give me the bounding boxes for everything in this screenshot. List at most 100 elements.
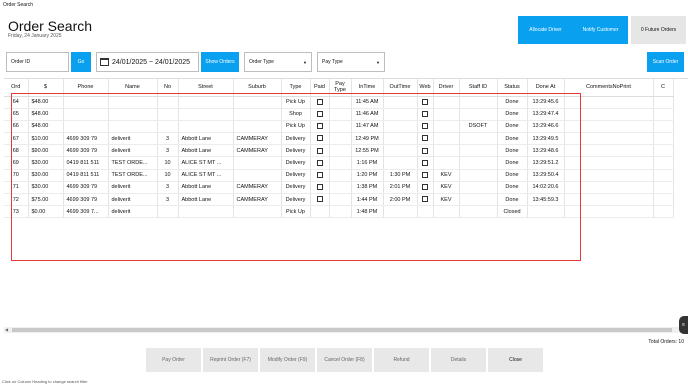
column-header[interactable]: C [653, 79, 674, 97]
pay-type-select[interactable]: Pay Type ▼ [317, 52, 385, 72]
table-cell: deliverit [108, 132, 158, 146]
checkbox[interactable] [316, 196, 323, 203]
column-header[interactable]: Phone [63, 79, 109, 97]
table-cell [329, 108, 352, 121]
checkbox[interactable] [316, 123, 323, 130]
table-cell [417, 108, 434, 121]
column-header[interactable]: Suburb [233, 79, 282, 97]
checkbox[interactable] [316, 147, 323, 154]
column-header[interactable]: Name [108, 79, 158, 97]
table-cell: 3 [157, 132, 179, 146]
table-cell [233, 96, 282, 109]
table-cell [564, 169, 654, 182]
refund-button[interactable]: Refund [374, 348, 429, 372]
checkbox[interactable] [422, 111, 428, 118]
column-header[interactable]: Ord [4, 79, 29, 97]
checkbox[interactable] [316, 184, 323, 191]
column-header[interactable]: Staff ID [459, 79, 498, 97]
checkbox[interactable] [316, 159, 323, 166]
table-cell: 11:46 AM [351, 108, 384, 121]
table-row[interactable]: 73 $0.00 4699 309 7... deliverit Pick Up 1:48… [4, 205, 674, 219]
table-cell: 1:44 PM [351, 193, 384, 207]
checkbox[interactable] [422, 123, 428, 130]
order-type-select[interactable]: Order Type ▼ [244, 52, 312, 72]
column-header[interactable]: Done At [527, 79, 565, 97]
column-header[interactable]: Driver [433, 79, 460, 97]
table-cell: Delivery [281, 181, 311, 195]
table-row[interactable]: 67 $10.00 4699 309 79 deliverit 3 Abbott Lane… [4, 132, 674, 146]
column-header[interactable]: Street [178, 79, 234, 97]
table-cell: $10.00 [28, 132, 64, 146]
date-range-picker[interactable]: 24/01/2025 ~ 24/01/2025 [96, 52, 199, 72]
table-cell: Done [497, 96, 528, 109]
future-orders-button[interactable]: 0 Future Orders [631, 16, 686, 44]
scrollbar-thumb[interactable] [12, 328, 672, 332]
table-header-row: Ord $ Phone Name No Street Suburb Type Paid Pay T… [4, 79, 674, 97]
column-header[interactable]: InTime [351, 79, 384, 97]
table-cell: deliverit [108, 205, 158, 219]
table-cell [329, 169, 352, 182]
details-button[interactable]: Details [431, 348, 486, 372]
pay-order-button[interactable]: Pay Order [146, 348, 201, 372]
table-row[interactable]: 68 $90.00 4699 309 79 deliverit 3 Abbott Lane… [4, 144, 674, 158]
table-cell: 3 [157, 181, 179, 195]
table-row[interactable]: 69 $30.00 0419 811 511 TEST ORDE... 10 ALICE … [4, 156, 674, 170]
table-cell [63, 120, 109, 134]
table-row[interactable]: 72 $75.00 4699 309 79 deliverit 3 Abbott Lane… [4, 193, 674, 207]
checkbox[interactable] [422, 184, 428, 191]
orders-grid[interactable]: Ord $ Phone Name No Street Suburb Type Paid Pay T… [4, 78, 688, 330]
cancel-order-button[interactable]: Cancel Order (F8) [317, 348, 372, 372]
table-row[interactable]: 65 $48.00 Shop 11:46 AM Done 13:29:47.4 [4, 108, 674, 121]
table-cell: TEST ORDE... [108, 156, 158, 170]
table-cell [459, 96, 498, 109]
checkbox[interactable] [316, 171, 323, 178]
allocate-driver-button[interactable]: Allocate Driver [518, 16, 573, 44]
table-cell: 12:49 PM [351, 132, 384, 146]
table-cell [653, 108, 674, 121]
checkbox[interactable] [422, 147, 428, 154]
column-header[interactable]: CommentsNoPrint [564, 79, 654, 97]
table-cell: Abbott Lane [178, 193, 234, 207]
table-cell: $48.00 [28, 108, 64, 121]
column-header[interactable]: Pay Type [329, 79, 352, 97]
horizontal-scrollbar[interactable]: ◀ ▶ [4, 327, 684, 333]
close-button[interactable]: Close [488, 348, 543, 372]
table-cell: CAMMERAY [233, 144, 282, 158]
table-cell: Done [497, 181, 528, 195]
show-orders-button[interactable]: Show Orders [201, 52, 239, 72]
table-row[interactable]: 71 $30.00 4699 309 79 deliverit 3 Abbott Lane… [4, 181, 674, 195]
column-header[interactable]: Paid [310, 79, 330, 97]
reprint-order-button[interactable]: Reprint Order (F7) [203, 348, 258, 372]
table-cell: 72 [4, 193, 29, 207]
checkbox[interactable] [422, 98, 428, 105]
table-row[interactable]: 64 $48.00 Pick Up 11:45 AM Done 13:29:45.6 [4, 96, 674, 109]
checkbox[interactable] [422, 171, 428, 178]
notify-customer-button[interactable]: Notify Customer [573, 16, 628, 44]
chevron-left-icon[interactable]: ◀ [5, 327, 8, 332]
table-row[interactable]: 70 $30.00 0419 811 511 TEST ORDE... 10 ALICE … [4, 169, 674, 182]
column-header[interactable]: $ [28, 79, 64, 97]
order-id-input[interactable]: Order ID [6, 52, 69, 72]
scan-order-button[interactable]: Scan Order [647, 52, 684, 72]
table-cell [63, 96, 109, 109]
checkbox[interactable] [316, 111, 323, 118]
column-header[interactable]: No [157, 79, 179, 97]
checkbox[interactable] [422, 196, 428, 203]
column-header[interactable]: Web [417, 79, 434, 97]
modify-order-button[interactable]: Modify Order (F9) [260, 348, 315, 372]
checkbox[interactable] [422, 135, 428, 142]
column-header[interactable]: Status [497, 79, 528, 97]
checkbox[interactable] [316, 98, 323, 105]
go-button[interactable]: Go [71, 52, 91, 72]
table-row[interactable]: 66 $48.00 Pick Up 11:47 AM DSOFT Done 13:29:46… [4, 120, 674, 134]
table-cell [157, 120, 179, 134]
table-cell [417, 144, 434, 158]
table-cell [310, 205, 330, 219]
table-cell [178, 96, 234, 109]
column-header[interactable]: OutTime [383, 79, 418, 97]
column-header[interactable]: Type [281, 79, 311, 97]
side-panel-handle[interactable]: ≡ [679, 316, 688, 334]
checkbox[interactable] [316, 135, 323, 142]
checkbox[interactable] [422, 159, 428, 166]
table-cell: Done [497, 132, 528, 146]
